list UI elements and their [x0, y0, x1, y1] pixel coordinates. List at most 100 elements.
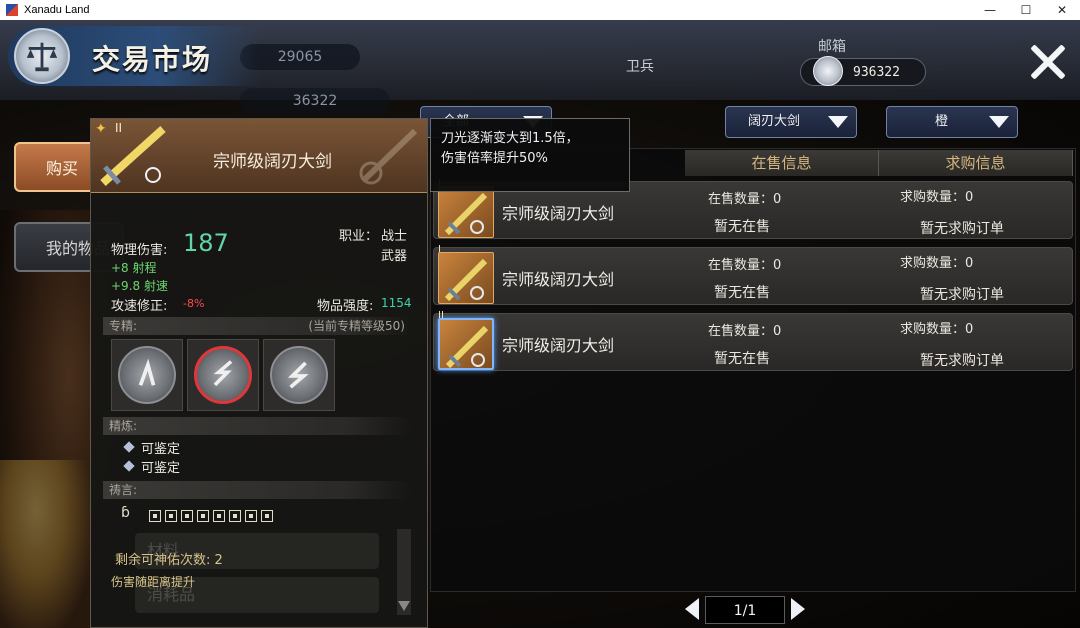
buy-count: 求购数量：0 [900, 256, 974, 271]
detail-item-name: 宗师级阔刃大剑 [213, 152, 332, 172]
item-detail-panel: ✦ II 宗师级阔刃大剑 物理伤害: 187 职业： 战士 武器 +8 射程 +… [90, 118, 428, 628]
rune-box-icon [165, 510, 177, 522]
refine-label: 精炼: [109, 419, 138, 433]
effect-tooltip-line-2: 伤害倍率提升50% [441, 151, 548, 166]
window-title: Xanadu Land [24, 4, 90, 16]
item-name: 宗师级阔刃大剑 [502, 336, 615, 355]
greatsword-icon [438, 318, 494, 370]
rune-box-icon [229, 510, 241, 522]
window-titlebar: Xanadu Land — ☐ ✕ [0, 0, 1080, 20]
spec-slot-2[interactable] [187, 339, 259, 411]
spec-rune-1-icon [118, 346, 176, 404]
chevron-down-icon [989, 116, 1009, 128]
class-label: 职业： [339, 229, 379, 244]
currency-display: 936322 [800, 56, 926, 86]
silver-coin-icon [813, 56, 843, 86]
sale-count: 在售数量：0 [708, 192, 782, 207]
table-row[interactable]: I 宗师级阔刃大剑 在售数量：0 暂无在售 求购数量：0 暂无求购订单 [433, 244, 1073, 305]
spec-rune-3-icon [270, 346, 328, 404]
greatsword-icon [438, 252, 494, 304]
detail-tier: II [115, 121, 123, 135]
currency-value: 936322 [853, 64, 900, 80]
sale-status: 暂无在售 [714, 351, 770, 367]
sale-status: 暂无在售 [714, 285, 770, 301]
star-icon: ✦ [95, 121, 107, 137]
effect-tooltip: 刀光逐渐变大到1.5倍， 伤害倍率提升50% [430, 118, 630, 192]
strength-value: 1154 [381, 296, 412, 310]
sale-count: 在售数量：0 [708, 258, 782, 273]
quality-dropdown[interactable]: 橙 [886, 106, 1018, 138]
attack-speed-value: -8% [183, 297, 205, 310]
market-table: 在售信息 求购信息 I 宗师级阔刃大剑 在售数量：0 暂无在售 求购数量：0 暂… [430, 148, 1076, 592]
detail-scrollbar[interactable] [397, 529, 411, 615]
background-sign-guard: 卫兵 [626, 59, 654, 75]
bonus-speed: +9.8 射速 [111, 279, 168, 293]
background-pill-2: 36322 [240, 88, 390, 114]
buy-count: 求购数量：0 [900, 190, 974, 205]
spec-rune-2-icon [194, 346, 252, 404]
spec-level: (当前专精等级50) [308, 319, 405, 333]
greatsword-icon [438, 186, 494, 238]
strength-label: 物品强度: [317, 299, 374, 314]
sale-count: 在售数量：0 [708, 324, 782, 339]
scroll-down-icon [398, 601, 410, 611]
weapon-type-dropdown-value: 阔刃大剑 [748, 114, 801, 129]
diamond-icon [123, 441, 135, 453]
attack-speed-label: 攻速修正: [111, 299, 168, 314]
effect-tooltip-line-1: 刀光逐渐变大到1.5倍， [441, 131, 579, 146]
diamond-icon [123, 460, 135, 472]
spec-slot-3[interactable] [263, 339, 335, 411]
buy-status: 暂无求购订单 [920, 287, 1004, 303]
chevron-down-icon [828, 116, 848, 128]
tier-label: I [438, 244, 441, 255]
prev-page-button[interactable] [685, 598, 699, 620]
rune-box-icon [261, 510, 273, 522]
page-indicator: 1/1 [705, 596, 785, 624]
prayer-rune-icon: ɓ [121, 505, 130, 521]
phys-damage-label: 物理伤害: [111, 243, 168, 258]
rune-box-icon [149, 510, 161, 522]
page-title: 交易市场 [92, 43, 213, 76]
spec-slot-1[interactable] [111, 339, 183, 411]
rune-box-icon [197, 510, 209, 522]
spec-section: 专精: (当前专精等级50) [103, 317, 411, 335]
close-market-button[interactable] [1028, 42, 1068, 82]
class-value: 战士 [381, 229, 408, 244]
buy-status: 暂无求购订单 [920, 221, 1004, 237]
spec-label: 专精: [109, 319, 138, 333]
blessing-count: 剩余可神佑次数: 2 [115, 553, 223, 568]
buy-count: 求购数量：0 [900, 322, 974, 337]
app-icon [6, 4, 18, 16]
refine-slot-2: 可鉴定 [141, 461, 181, 476]
maximize-button[interactable]: ☐ [1008, 0, 1044, 20]
refine-slot-1: 可鉴定 [141, 442, 181, 457]
rune-box-icon [245, 510, 257, 522]
column-header-sale: 在售信息 [685, 150, 879, 176]
item-name: 宗师级阔刃大剑 [502, 204, 615, 223]
column-header-buy: 求购信息 [879, 150, 1073, 176]
next-page-button[interactable] [791, 598, 805, 620]
sword-watermark-icon [353, 125, 423, 187]
buy-status: 暂无求购订单 [920, 353, 1004, 369]
special-effect: 伤害随距离提升 [111, 575, 196, 589]
weapon-type-dropdown[interactable]: 阔刃大剑 [725, 106, 857, 138]
tier-label: II [438, 310, 444, 321]
item-detail-header: ✦ II 宗师级阔刃大剑 [91, 119, 427, 193]
item-type: 武器 [381, 249, 408, 264]
item-name: 宗师级阔刃大剑 [502, 270, 615, 289]
table-row[interactable]: II 宗师级阔刃大剑 在售数量：0 暂无在售 求购数量：0 暂无求购订单 [433, 310, 1073, 371]
window-close-button[interactable]: ✕ [1044, 0, 1080, 20]
quality-dropdown-value: 橙 [935, 114, 949, 129]
game-viewport: 29065 36322 邮箱 卫兵 交易市场 936322 购买 我的物品 全部… [0, 20, 1080, 628]
rune-box-icon [213, 510, 225, 522]
refine-section: 精炼: [103, 417, 411, 435]
prayer-label: 祷言: [109, 483, 138, 497]
background-sign-mail: 邮箱 [818, 39, 846, 55]
rune-box-icon [181, 510, 193, 522]
sale-status: 暂无在售 [714, 219, 770, 235]
prayer-section: 祷言: [103, 481, 411, 499]
bonus-range: +8 射程 [111, 261, 157, 275]
phys-damage-value: 187 [183, 229, 229, 257]
scales-emblem-icon [14, 28, 70, 84]
minimize-button[interactable]: — [972, 0, 1008, 20]
